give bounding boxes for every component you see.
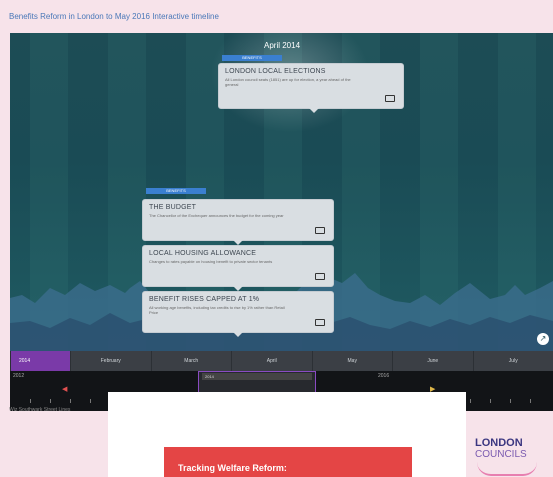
month-tab[interactable]: July [472,351,553,371]
month-tab[interactable]: June [392,351,473,371]
year-label: 2012 [13,373,25,379]
month-tab[interactable]: March [150,351,232,371]
event-description: The Chancellor of the Exchequer announce… [149,213,284,218]
credit-text: Wiz Southwark Street Lines [9,407,71,413]
month-tab[interactable]: April [231,351,312,371]
event-description: Changes to rates payable on housing bene… [149,259,273,264]
month-tab[interactable]: May [311,351,393,371]
london-councils-logo: LONDON COUNCILS [475,438,553,477]
expand-icon[interactable]: ↗ [537,333,549,345]
event-card-local-housing-allowance[interactable]: LOCAL HOUSING ALLOWANCE Changes to rates… [142,245,334,291]
logo-line1: LONDON [475,437,523,449]
event-title: BENEFIT RISES CAPPED AT 1% [149,296,260,303]
current-month-label: April 2014 [264,41,301,50]
event-title: THE BUDGET [149,204,197,211]
page-title: Benefits Reform in London to May 2016 In… [9,12,219,21]
event-tag: BENEFITS [222,55,282,61]
range-label: 2014 [202,373,312,380]
month-navigation: 2014 February March April May June July [10,351,553,371]
banner-title[interactable]: Tracking Welfare Reform: [164,447,412,477]
event-card-benefit-rises-capped[interactable]: BENEFIT RISES CAPPED AT 1% All working a… [142,291,334,337]
event-card-the-budget[interactable]: THE BUDGET The Chancellor of the Exchequ… [142,199,334,245]
event-title: LONDON LOCAL ELECTIONS [225,68,326,75]
card-icon[interactable] [315,227,325,234]
year-label: 2016 [378,373,390,379]
scroll-left-icon[interactable]: ◀ [62,385,67,393]
event-title: LOCAL HOUSING ALLOWANCE [149,250,257,257]
timeline-canvas: April 2014 BENEFITS LONDON LOCAL ELECTIO… [10,33,553,351]
event-description: All London council seats (1851) are up f… [225,77,351,87]
timeline-widget: April 2014 BENEFITS LONDON LOCAL ELECTIO… [10,33,553,411]
card-icon[interactable] [315,319,325,326]
month-tab[interactable]: February [70,351,151,371]
month-tab[interactable]: 2014 [10,351,70,371]
event-card-london-elections[interactable]: LONDON LOCAL ELECTIONS All London counci… [218,63,404,113]
logo-line2: COUNCILS [475,449,527,460]
card-icon[interactable] [315,273,325,280]
event-description: All working age benefits, including tax … [149,305,285,315]
card-icon[interactable] [385,95,395,102]
event-tag: BENEFITS [146,188,206,194]
